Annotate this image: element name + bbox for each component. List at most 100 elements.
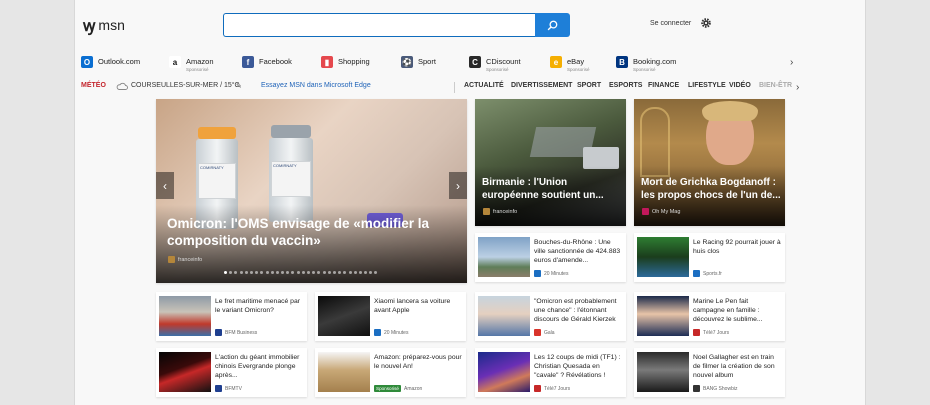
carousel-dot[interactable] xyxy=(286,271,290,274)
hero-article[interactable]: COMIRNATY COMIRNATY Omicron: l'OMS envis… xyxy=(156,99,467,283)
carousel-dot[interactable] xyxy=(348,271,352,274)
carousel-dot[interactable] xyxy=(307,271,310,274)
booking-icon: B xyxy=(616,56,628,68)
nav-finance[interactable]: FINANCE xyxy=(648,82,679,89)
news-card[interactable]: Amazon: préparez-vous pour le nouvel An!… xyxy=(315,348,466,397)
news-title[interactable]: Les 12 coups de midi (TF1) : Christian Q… xyxy=(534,353,622,380)
quicklink-ebay[interactable]: e eBay Sponsorisé xyxy=(550,54,590,72)
carousel-dot[interactable] xyxy=(322,271,326,274)
tile-title[interactable]: Birmanie : l'Union européenne soutient u… xyxy=(482,176,624,202)
quicklink-shopping[interactable]: ▮ Shopping xyxy=(321,54,370,68)
nav-sport[interactable]: SPORT xyxy=(577,82,601,89)
quicklinks-next-arrow-icon[interactable]: › xyxy=(790,57,793,68)
carousel-dot[interactable] xyxy=(364,271,368,274)
carousel-dot[interactable] xyxy=(358,271,362,274)
news-card[interactable]: Le Racing 92 pourrait jouer à huis clos S… xyxy=(634,233,785,282)
carousel-dot[interactable] xyxy=(312,271,316,274)
news-card[interactable]: Noel Gallagher est en train de filmer la… xyxy=(634,348,785,397)
carousel-dot[interactable] xyxy=(338,271,342,274)
news-card[interactable]: Xiaomi lancera sa voiture avant Apple 20 … xyxy=(315,292,466,341)
tile-birmanie[interactable]: Birmanie : l'Union européenne soutient u… xyxy=(475,99,626,226)
news-source-label: BFMTV xyxy=(225,385,242,392)
quicklink-cdiscount[interactable]: C CDiscount Sponsorisé xyxy=(469,54,521,72)
news-title[interactable]: Amazon: préparez-vous pour le nouvel An! xyxy=(374,353,462,371)
news-card[interactable]: L'action du géant immobilier chinois Eve… xyxy=(156,348,307,397)
quicklink-outlook-com[interactable]: O Outlook.com xyxy=(81,54,140,68)
carousel-dot[interactable] xyxy=(317,271,321,274)
carousel-dot[interactable] xyxy=(281,271,285,274)
news-title[interactable]: Marine Le Pen fait campagne en famille :… xyxy=(693,297,781,324)
news-thumbnail xyxy=(478,352,530,392)
carousel-dot[interactable] xyxy=(270,271,274,274)
hero-prev-button[interactable]: ‹ xyxy=(156,172,174,199)
news-title[interactable]: Le Racing 92 pourrait jouer à huis clos xyxy=(693,238,781,256)
quicklink-label: Sport xyxy=(418,57,436,67)
tile-bogdanoff[interactable]: Mort de Grichka Bogdanoff : les propos c… xyxy=(634,99,785,226)
edit-pencil-icon[interactable]: ✎ xyxy=(236,82,242,90)
carousel-dot[interactable] xyxy=(255,271,259,274)
nav-divertissement[interactable]: DIVERTISSEMENT xyxy=(511,82,572,89)
carousel-dot[interactable] xyxy=(244,271,248,274)
quicklink-text: Sport xyxy=(418,57,436,66)
carousel-dot[interactable] xyxy=(332,271,336,274)
quicklink-facebook[interactable]: f Facebook xyxy=(242,54,292,68)
nav-lifestyle[interactable]: LIFESTYLE xyxy=(688,82,726,89)
carousel-dot[interactable] xyxy=(275,271,279,274)
carousel-dot[interactable] xyxy=(374,271,378,274)
tile-title[interactable]: Mort de Grichka Bogdanoff : les propos c… xyxy=(641,176,783,202)
carousel-dot[interactable] xyxy=(296,271,300,274)
carousel-dot[interactable] xyxy=(224,271,227,274)
carousel-dot[interactable] xyxy=(249,271,253,274)
news-title[interactable]: Xiaomi lancera sa voiture avant Apple xyxy=(374,297,462,315)
nav-actualite[interactable]: ACTUALITÉ xyxy=(464,82,504,89)
news-card[interactable]: "Omicron est probablement une chance" : … xyxy=(475,292,626,341)
carousel-dot[interactable] xyxy=(291,271,295,274)
carousel-dots xyxy=(224,271,378,274)
news-title[interactable]: L'action du géant immobilier chinois Eve… xyxy=(215,353,303,380)
carousel-dot[interactable] xyxy=(353,271,357,274)
nav-esports[interactable]: ESPORTS xyxy=(609,82,642,89)
meteo-link[interactable]: MÉTÉO xyxy=(81,82,106,89)
news-card[interactable]: Bouches-du-Rhône : Une ville sanctionnée… xyxy=(475,233,626,282)
news-title[interactable]: Noel Gallagher est en train de filmer la… xyxy=(693,353,781,380)
news-title[interactable]: "Omicron est probablement une chance" : … xyxy=(534,297,622,324)
news-card[interactable]: Les 12 coups de midi (TF1) : Christian Q… xyxy=(475,348,626,397)
news-card[interactable]: Marine Le Pen fait campagne en famille :… xyxy=(634,292,785,341)
source-logo-icon xyxy=(693,385,700,392)
carousel-dot[interactable] xyxy=(234,271,238,274)
carousel-dot[interactable] xyxy=(343,271,347,274)
gear-icon[interactable] xyxy=(700,17,712,29)
carousel-dot[interactable] xyxy=(369,271,373,274)
sponsored-label: Sponsorisé xyxy=(186,67,209,72)
carousel-dot[interactable] xyxy=(260,271,264,274)
quicklink-amazon[interactable]: a Amazon Sponsorisé xyxy=(169,54,214,72)
hero-title[interactable]: Omicron: l'OMS envisage de «modifier la … xyxy=(167,215,457,249)
edge-promo-link[interactable]: Essayez MSN dans Microsoft Edge xyxy=(261,82,371,89)
vial-label: COMIRNATY xyxy=(271,161,311,197)
news-card[interactable]: Le fret maritime menacé par le variant O… xyxy=(156,292,307,341)
carousel-dot[interactable] xyxy=(327,271,331,274)
hero-next-button[interactable]: › xyxy=(449,172,467,199)
news-title[interactable]: Bouches-du-Rhône : Une ville sanctionnée… xyxy=(534,238,622,265)
weather-city[interactable]: COURSEULLES-SUR-MER / 15°C xyxy=(131,82,240,89)
tile-source: franceinfo xyxy=(483,208,517,215)
search-bar xyxy=(223,13,570,37)
news-source-label: BFM Business xyxy=(225,329,258,336)
shopping-bag-icon: ▮ xyxy=(321,56,333,68)
news-title[interactable]: Le fret maritime menacé par le variant O… xyxy=(215,297,303,315)
search-icon xyxy=(547,20,558,30)
nav-bien-etre[interactable]: BIEN-ÊTR xyxy=(759,82,792,89)
quicklink-booking-com[interactable]: B Booking.com Sponsorisé xyxy=(616,54,676,72)
msn-logo[interactable]: ꝡ msn xyxy=(83,14,125,36)
carousel-dot[interactable] xyxy=(265,271,269,274)
search-button[interactable] xyxy=(535,13,570,37)
carousel-dot[interactable] xyxy=(301,271,305,274)
nav-next-arrow-icon[interactable]: › xyxy=(796,82,799,93)
quicklink-sport[interactable]: ⚽ Sport xyxy=(401,54,436,68)
signin-link[interactable]: Se connecter xyxy=(650,20,691,27)
nav-video[interactable]: VIDÉO xyxy=(729,82,751,89)
carousel-dot[interactable] xyxy=(229,271,233,274)
quicklink-label: CDiscount Sponsorisé xyxy=(486,57,521,72)
search-input[interactable] xyxy=(223,13,535,37)
carousel-dot[interactable] xyxy=(239,271,243,274)
